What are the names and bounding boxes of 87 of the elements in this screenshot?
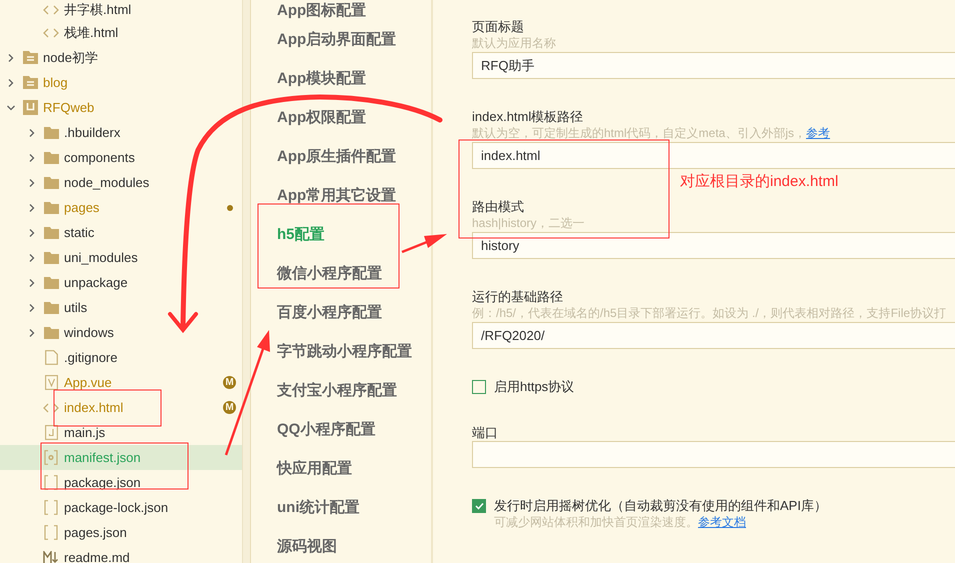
- settings-nav-item[interactable]: 支付宝小程序配置: [251, 371, 431, 410]
- json-file-icon: [44, 525, 58, 540]
- file-tree-item[interactable]: RFQweb: [0, 95, 242, 120]
- code-brackets-icon: [43, 28, 59, 38]
- json-file-icon: [44, 500, 58, 515]
- hint-text: hash|history，二选一: [472, 215, 586, 232]
- file-tree-item[interactable]: windows: [0, 320, 242, 345]
- folder-icon: [22, 51, 38, 64]
- file-tree-item[interactable]: uni_modules: [0, 245, 242, 270]
- modified-badge: M: [223, 401, 236, 414]
- file-tree-item[interactable]: package-lock.json: [0, 495, 242, 520]
- checkbox-label: 发行时启用摇树优化（自动裁剪没有使用的组件和API库）: [494, 497, 827, 514]
- settings-nav-item[interactable]: 快应用配置: [251, 449, 431, 488]
- settings-nav-item[interactable]: App常用其它设置: [251, 176, 431, 215]
- markdown-icon: [43, 551, 59, 563]
- file-tree-item[interactable]: unpackage: [0, 270, 242, 295]
- file-tree-item[interactable]: static: [0, 220, 242, 245]
- json-file-icon: [44, 475, 58, 490]
- field-label: 页面标题: [472, 18, 525, 35]
- arrow: [402, 234, 447, 254]
- input-field[interactable]: [472, 441, 955, 468]
- input-field[interactable]: RFQ助手: [472, 52, 955, 79]
- project-folder-icon: [22, 100, 38, 115]
- modified-badge: M: [223, 376, 236, 389]
- settings-nav-item[interactable]: QQ小程序配置: [251, 410, 431, 449]
- file-tree-item[interactable]: package.json: [0, 470, 242, 495]
- folder-icon: [44, 301, 58, 314]
- file-tree-item[interactable]: node初学: [0, 45, 242, 70]
- checkbox[interactable]: [472, 380, 486, 394]
- settings-nav-item[interactable]: App原生插件配置: [251, 137, 431, 176]
- folder-icon: [44, 151, 58, 164]
- check-icon: [474, 502, 484, 510]
- settings-nav-item[interactable]: 微信小程序配置: [251, 254, 431, 293]
- settings-nav-item[interactable]: 百度小程序配置: [251, 293, 431, 332]
- code-brackets-icon: [43, 5, 59, 15]
- folder-icon: [44, 126, 58, 139]
- file-tree-item[interactable]: 栈堆.html: [0, 20, 242, 45]
- folder-icon: [44, 276, 58, 289]
- settings-nav-item[interactable]: App模块配置: [251, 59, 431, 98]
- file-tree-item[interactable]: 井字棋.html: [0, 0, 242, 20]
- annotation-note: 对应根目录的index.html: [680, 172, 838, 191]
- settings-nav-item[interactable]: 字节跳动小程序配置: [251, 332, 431, 371]
- hint-text: 例：/h5/，代表在域名的/h5目录下部署运行。如设为 ./，则代表相对路径，支持File协议打: [472, 305, 948, 322]
- file-tree-item[interactable]: node_modules: [0, 170, 242, 195]
- file-tree-item[interactable]: .gitignore: [0, 345, 242, 370]
- folder-icon: [44, 326, 58, 339]
- hint-text: 可减少网站体积和加快首页渲染速度。参考文档: [493, 514, 747, 531]
- reference-link[interactable]: 参考: [806, 126, 830, 140]
- code-brackets-icon: [43, 402, 59, 412]
- settings-nav-item[interactable]: App权限配置: [251, 98, 431, 137]
- settings-nav-item[interactable]: App启动界面配置: [251, 20, 431, 59]
- reference-link[interactable]: 参考文档: [698, 515, 746, 529]
- folder-icon: [44, 251, 58, 264]
- file-tree-item[interactable]: readme.md: [0, 545, 242, 563]
- blank-file-icon: [44, 350, 58, 365]
- file-tree-item[interactable]: main.js: [0, 420, 242, 445]
- checkbox-label: 启用https协议: [494, 378, 574, 395]
- folder-icon: [44, 176, 58, 189]
- field-label: 运行的基础路径: [472, 288, 564, 305]
- hint-text: 默认为应用名称: [472, 35, 557, 52]
- file-tree-item[interactable]: pages.json: [0, 520, 242, 545]
- hint-text: 默认为空，可定制生成的html代码，自定义meta、引入外部js，参考: [472, 125, 832, 142]
- settings-nav-item[interactable]: uni统计配置: [251, 488, 431, 527]
- file-tree-item[interactable]: blog: [0, 70, 242, 95]
- file-tree-item[interactable]: utils: [0, 295, 242, 320]
- folder-icon: [44, 226, 58, 239]
- field-label: 路由模式: [472, 198, 525, 215]
- field-label: 端口: [472, 424, 499, 441]
- input-field[interactable]: history: [472, 232, 955, 259]
- file-tree-item[interactable]: App.vue M: [0, 370, 242, 395]
- folder-icon: [44, 201, 58, 214]
- file-tree-item[interactable]: .hbuilderx: [0, 120, 242, 145]
- js-file-icon: [44, 425, 58, 440]
- gear-file-icon: [44, 450, 58, 465]
- vue-file-icon: [44, 375, 58, 390]
- input-field[interactable]: /RFQ2020/: [472, 322, 955, 349]
- settings-nav-item[interactable]: h5配置: [251, 215, 431, 254]
- settings-nav-item[interactable]: App图标配置: [251, 0, 431, 20]
- checkbox[interactable]: [472, 498, 486, 512]
- file-tree-item[interactable]: components: [0, 145, 242, 170]
- input-field[interactable]: index.html: [472, 142, 955, 169]
- folder-icon: [22, 76, 38, 89]
- file-tree-item[interactable]: pages: [0, 195, 242, 220]
- file-tree-item[interactable]: index.html M: [0, 395, 242, 420]
- settings-nav-item[interactable]: 源码视图: [251, 527, 431, 563]
- scrollbar-track[interactable]: [242, 0, 250, 563]
- field-label: index.html模板路径: [472, 108, 584, 125]
